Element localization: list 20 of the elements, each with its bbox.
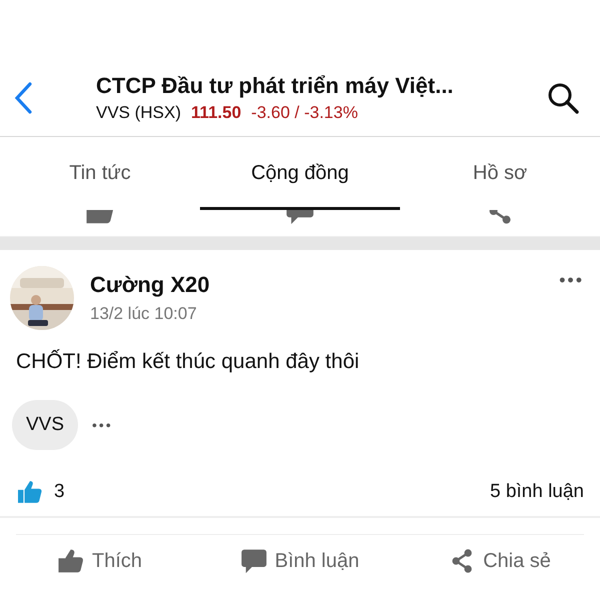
author-name[interactable]: Cường X20 <box>90 272 544 298</box>
price-change: -3.60 / -3.13% <box>251 103 358 123</box>
search-icon[interactable] <box>546 81 580 115</box>
like-button[interactable]: Thích <box>0 543 200 579</box>
more-tags[interactable]: ••• <box>92 417 113 433</box>
price-value: 111.50 <box>191 103 242 123</box>
ticker-label: VVS (HSX) <box>96 103 182 123</box>
stock-tag[interactable]: VVS <box>12 400 78 450</box>
like-count: 3 <box>54 481 66 503</box>
comment-button[interactable]: Bình luận <box>200 543 400 579</box>
post-text: CHỐT! Điểm kết thúc quanh đây thôi <box>15 348 360 374</box>
tab[interactable]: Hồ sơ <box>400 137 600 210</box>
share-button[interactable]: Chia sẻ <box>400 543 600 579</box>
company-title: CTCP Đầu tư phát triển máy Việt... <box>96 73 454 99</box>
post-time: 13/2 lúc 10:07 <box>90 304 198 324</box>
tab[interactable]: Cộng đồng <box>200 137 400 210</box>
back-icon[interactable] <box>12 81 34 115</box>
tab[interactable]: Tin tức <box>0 137 200 210</box>
more-button[interactable]: ••• <box>559 270 584 291</box>
comment-count[interactable]: 5 bình luận <box>490 481 584 503</box>
